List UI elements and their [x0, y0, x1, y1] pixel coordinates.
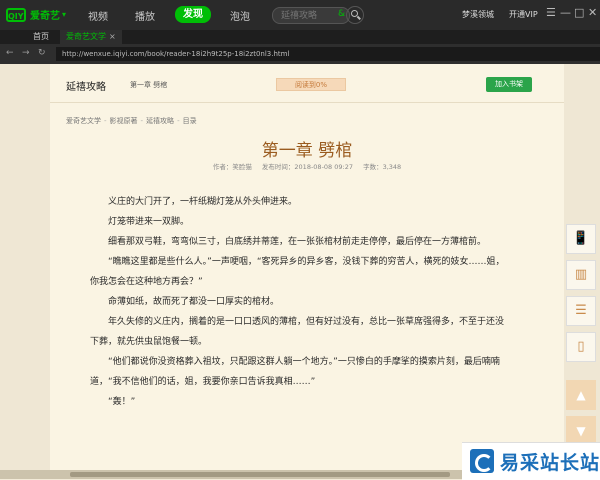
nav-paopao[interactable]: 泡泡	[230, 8, 250, 23]
bookshelf-icon[interactable]: ▥	[566, 260, 596, 290]
paragraph: “他们都说你没资格葬入祖坟，只配跟这群人躺一个地方。”一只惨白的手摩挲的摸索片刻…	[90, 357, 500, 387]
tab-close-icon[interactable]: ×	[109, 32, 116, 41]
breadcrumb: 爱奇艺文学 - 影视原著 - 延禧攻略 - 目录	[66, 117, 197, 125]
book-title[interactable]: 延禧攻略	[66, 78, 106, 93]
app-topbar: QIYI 爱奇艺 ▾ 视频 播放 发现 泡泡 & 梦溪领城 开通VIP ☰ — …	[0, 0, 600, 30]
chapter-title: 第一章 劈棺	[261, 141, 353, 161]
search-box: &	[272, 7, 350, 24]
paragraph: “轰！”	[108, 397, 136, 407]
nav-play[interactable]: 播放	[135, 8, 155, 23]
chapter-content: 义庄的大门开了，一杆纸糊灯笼从外头伸进来。 灯笼带进来一双脚。 细看那双弓鞋，弯…	[90, 192, 510, 412]
current-chapter: 第一章 劈棺	[130, 81, 168, 89]
url-field[interactable]	[56, 47, 600, 61]
breadcrumb-item[interactable]: 延禧攻略	[146, 117, 174, 125]
user-name[interactable]: 梦溪领城	[462, 9, 494, 20]
horizontal-scrollbar[interactable]	[0, 470, 462, 479]
add-to-shelf-button[interactable]: 加入书架	[486, 77, 532, 92]
tab-row: 首页 爱奇艺文学 ×	[0, 30, 600, 44]
vip-link[interactable]: 开通VIP	[509, 9, 538, 20]
nav-discover[interactable]: 发现	[175, 6, 211, 23]
chapter-published: 发布时间：2018-08-08 09:27	[261, 163, 353, 171]
tab-label: 爱奇艺文学	[66, 32, 106, 41]
search-button[interactable]	[346, 6, 364, 24]
tab-home[interactable]: 首页	[33, 31, 49, 42]
breadcrumb-item[interactable]: 影视原著	[110, 117, 138, 125]
site-watermark: 易采站长站	[462, 442, 600, 480]
app-logo[interactable]: QIYI 爱奇艺 ▾	[6, 7, 66, 22]
reader-page: 延禧攻略 第一章 劈棺 阅读到0% 加入书架 爱奇艺文学 - 影视原著 - 延禧攻略 - 目…	[0, 64, 600, 479]
reading-progress: 阅读到0%	[276, 78, 346, 91]
logo-text: 爱奇艺	[30, 11, 60, 22]
side-toolbar: 📱 ▥ ☰ ▯ ▲ ▼	[566, 224, 600, 452]
catalog-icon[interactable]: ☰	[566, 296, 596, 326]
tab-iqiyi-literature[interactable]: 爱奇艺文学 ×	[60, 30, 122, 44]
watermark-text: 易采站长站	[500, 452, 600, 474]
logo-badge: QIYI	[6, 7, 27, 22]
search-input[interactable]	[273, 8, 337, 23]
scrollbar-thumb[interactable]	[70, 472, 450, 477]
paragraph: “瞧瞧这里都是些什么人。”一声哽咽，“客死异乡的异乡客，没钱下葬的穷苦人，横死的…	[90, 257, 505, 287]
paragraph: 细看那双弓鞋，弯弯似三寸，白底绣并蒂莲，在一张张棺材前走走停停，最后停在一方薄棺…	[108, 237, 487, 247]
mobile-read-icon[interactable]: 📱	[566, 224, 596, 254]
book-header: 延禧攻略 第一章 劈棺 阅读到0% 加入书架	[50, 64, 564, 103]
chapter-meta: 作者：笑脸猫 发布时间：2018-08-08 09:27 字数：3,348	[50, 161, 564, 171]
address-bar: ← → ↻	[0, 44, 600, 64]
paragraph: 命薄如纸，故而死了都没一口厚实的棺材。	[108, 297, 280, 307]
chapter-word-count: 字数：3,348	[363, 163, 402, 171]
minimize-icon[interactable]: —	[560, 6, 571, 19]
search-suffix-icon: &	[337, 9, 345, 19]
breadcrumb-item[interactable]: 目录	[183, 117, 197, 125]
paragraph: 灯笼带进来一双脚。	[108, 217, 190, 227]
nav-video[interactable]: 视频	[88, 8, 108, 23]
refresh-icon[interactable]: ↻	[38, 48, 46, 58]
paragraph: 义庄的大门开了，一杆纸糊灯笼从外头伸进来。	[108, 197, 298, 207]
scroll-up-icon[interactable]: ▲	[566, 380, 596, 410]
reader-paper: 延禧攻略 第一章 劈棺 阅读到0% 加入书架 爱奇艺文学 - 影视原著 - 延禧攻略 - 目…	[50, 64, 564, 479]
paragraph: 年久失修的义庄内，搁着的是一口口透风的薄棺，但有好过没有，总比一张草席强得多，不…	[90, 317, 505, 347]
menu-icon[interactable]: ☰	[546, 6, 556, 19]
forward-icon[interactable]: →	[22, 48, 30, 58]
close-icon[interactable]: ✕	[588, 6, 597, 19]
maximize-icon[interactable]: □	[574, 6, 584, 19]
back-icon[interactable]: ←	[6, 48, 14, 58]
bookmark-icon[interactable]: ▯	[566, 332, 596, 362]
chapter-author: 作者：笑脸猫	[212, 163, 252, 171]
watermark-logo-icon	[470, 449, 494, 473]
chevron-down-icon: ▾	[62, 10, 67, 19]
breadcrumb-item[interactable]: 爱奇艺文学	[66, 117, 101, 125]
